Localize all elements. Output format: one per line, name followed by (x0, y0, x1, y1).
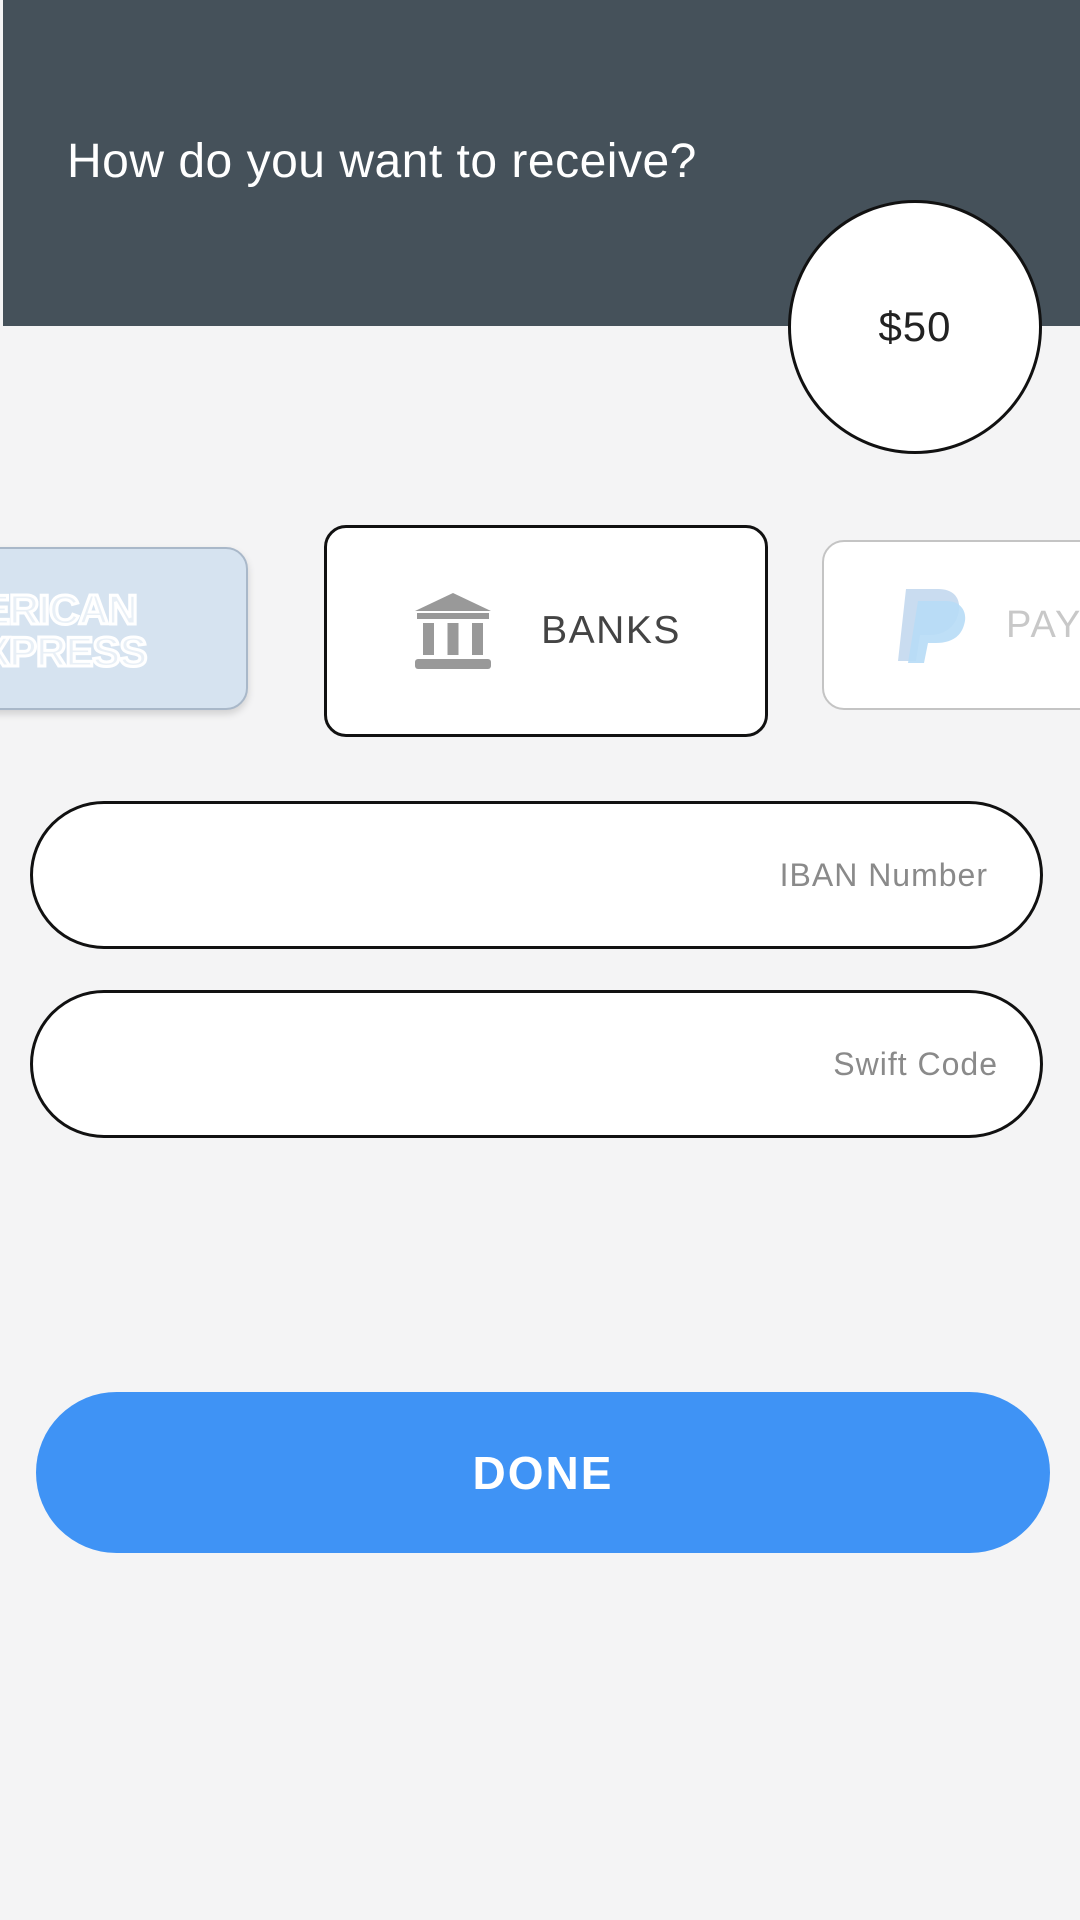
swift-field-container (30, 990, 1043, 1138)
swift-code-input[interactable] (33, 993, 1040, 1135)
receive-method-screen: How do you want to receive? $50 ERICAN X… (0, 0, 1080, 1920)
iban-field-container (30, 801, 1043, 949)
amount-value: $50 (878, 303, 952, 350)
page-title: How do you want to receive? (67, 135, 697, 188)
method-card-banks[interactable]: BANKS (324, 525, 768, 737)
iban-input[interactable] (33, 804, 1040, 946)
paypal-logo (898, 589, 966, 663)
bank-icon (415, 593, 492, 669)
method-label-banks: BANKS (541, 609, 681, 652)
american-express-logo: ERICAN XPRESS (0, 586, 149, 675)
method-card-paypal[interactable]: PAY (822, 540, 1080, 710)
method-card-american-express[interactable]: ERICAN XPRESS (0, 547, 248, 710)
method-label-paypal: PAY (1006, 603, 1080, 646)
amount-badge: $50 (788, 200, 1042, 454)
done-button[interactable]: DONE (36, 1392, 1050, 1553)
